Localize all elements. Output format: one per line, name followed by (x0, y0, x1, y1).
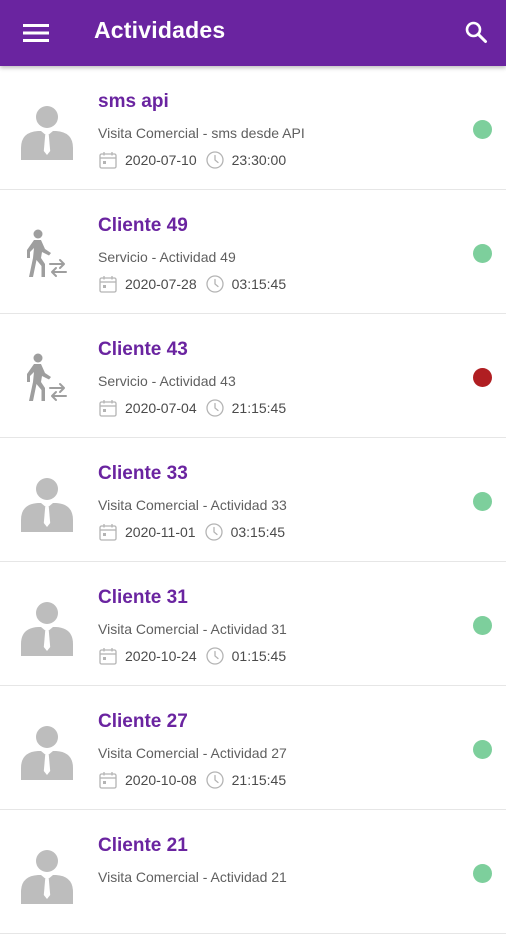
walking-person-transfer-icon (18, 226, 76, 284)
status-indicator (473, 492, 492, 511)
activity-time: 03:15:45 (231, 276, 287, 292)
activity-name: Cliente 21 (98, 835, 188, 856)
activity-item[interactable]: sms api Visita Comercial - sms desde API 2… (0, 66, 506, 190)
calendar-icon (98, 274, 118, 294)
status-indicator (473, 368, 492, 387)
activity-datetime: 2020-10-24 01:15:45 (98, 646, 286, 666)
activity-time: 21:15:45 (231, 772, 287, 788)
status-indicator (473, 120, 492, 139)
activity-datetime: 2020-10-08 21:15:45 (98, 770, 286, 790)
activity-name: Cliente 33 (98, 463, 188, 484)
activity-description: Visita Comercial - sms desde API (98, 125, 305, 141)
activity-time: 03:15:45 (230, 524, 286, 540)
activity-description: Servicio - Actividad 49 (98, 249, 236, 265)
activity-list: sms api Visita Comercial - sms desde API 2… (0, 66, 506, 934)
walking-person-transfer-icon (18, 350, 76, 408)
menu-icon (23, 24, 49, 42)
activity-name: sms api (98, 91, 169, 112)
search-icon (465, 21, 487, 43)
activity-item[interactable]: Cliente 43 Servicio - Actividad 43 2020-07… (0, 314, 506, 438)
activity-date: 2020-07-28 (125, 276, 197, 292)
activity-time: 21:15:45 (231, 400, 287, 416)
calendar-icon (98, 150, 118, 170)
status-indicator (473, 740, 492, 759)
status-indicator (473, 864, 492, 883)
activity-description: Visita Comercial - Actividad 27 (98, 745, 287, 761)
activity-item[interactable]: Cliente 21 Visita Comercial - Actividad 2… (0, 810, 506, 934)
clock-icon (205, 398, 225, 418)
activity-datetime: 2020-07-28 03:15:45 (98, 274, 286, 294)
status-indicator (473, 244, 492, 263)
activity-name: Cliente 27 (98, 711, 188, 732)
activity-date: 2020-07-04 (125, 400, 197, 416)
status-indicator (473, 616, 492, 635)
app-bar: Actividades (0, 0, 506, 66)
activity-date: 2020-07-10 (125, 152, 197, 168)
activity-name: Cliente 49 (98, 215, 188, 236)
calendar-icon (98, 522, 118, 542)
activity-description: Visita Comercial - Actividad 21 (98, 869, 287, 885)
activity-item[interactable]: Cliente 27 Visita Comercial - Actividad 2… (0, 686, 506, 810)
activity-name: Cliente 31 (98, 587, 188, 608)
clock-icon (205, 646, 225, 666)
activity-time: 23:30:00 (231, 152, 287, 168)
activity-name: Cliente 43 (98, 339, 188, 360)
calendar-icon (98, 770, 118, 790)
activity-item[interactable]: Cliente 33 Visita Comercial - Actividad 3… (0, 438, 506, 562)
clock-icon (205, 150, 225, 170)
activity-date: 2020-10-24 (125, 648, 197, 664)
activity-item[interactable]: Cliente 31 Visita Comercial - Actividad 3… (0, 562, 506, 686)
calendar-icon (98, 398, 118, 418)
clock-icon (205, 770, 225, 790)
calendar-icon (98, 646, 118, 666)
person-avatar-icon (18, 474, 76, 532)
activity-date: 2020-11-01 (125, 524, 196, 540)
activity-datetime: 2020-07-10 23:30:00 (98, 150, 286, 170)
activity-datetime: 2020-07-04 21:15:45 (98, 398, 286, 418)
person-avatar-icon (18, 102, 76, 160)
clock-icon (205, 274, 225, 294)
page-title: Actividades (94, 17, 226, 43)
activity-time: 01:15:45 (231, 648, 287, 664)
activity-item[interactable]: Cliente 49 Servicio - Actividad 49 2020-07… (0, 190, 506, 314)
person-avatar-icon (18, 722, 76, 780)
clock-icon (204, 522, 224, 542)
activity-description: Servicio - Actividad 43 (98, 373, 236, 389)
search-button[interactable] (456, 12, 496, 52)
activity-datetime: 2020-11-01 03:15:45 (98, 522, 285, 542)
activity-date: 2020-10-08 (125, 772, 197, 788)
person-avatar-icon (18, 598, 76, 656)
menu-button[interactable] (14, 12, 58, 54)
person-avatar-icon (18, 846, 76, 904)
activity-description: Visita Comercial - Actividad 31 (98, 621, 287, 637)
activity-description: Visita Comercial - Actividad 33 (98, 497, 287, 513)
